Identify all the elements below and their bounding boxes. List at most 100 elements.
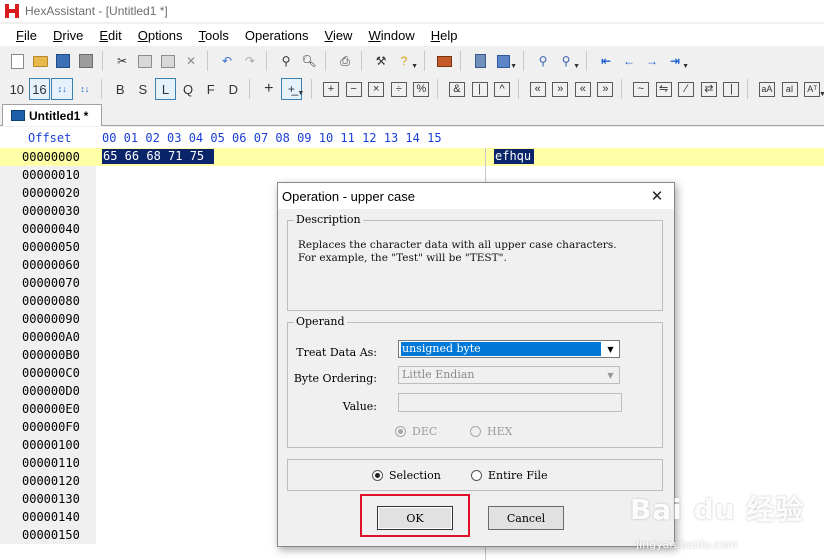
bookmark-button[interactable]: ▼ [492, 50, 517, 72]
mode-d-button[interactable]: D [222, 78, 244, 100]
menu-options[interactable]: Options [130, 28, 191, 43]
op-reverse-button[interactable]: ⇄ [698, 78, 720, 100]
goto-search-icon: ⚲ [538, 54, 548, 68]
tab-untitled1[interactable]: Untitled1 * [2, 104, 102, 126]
offset-cell: 00000020 [22, 186, 80, 200]
radio-selection[interactable]: Selection [372, 469, 441, 482]
xor-icon: ^ [494, 81, 511, 97]
paste-button[interactable] [157, 50, 179, 72]
op-divide-button[interactable]: ÷ [388, 78, 410, 100]
op-modulo-button[interactable]: % [411, 78, 433, 100]
save-button[interactable] [52, 50, 74, 72]
offset-cell: 00000040 [22, 222, 80, 236]
radio-entire-file[interactable]: Entire File [471, 469, 548, 482]
radio-dec[interactable]: DEC [395, 425, 437, 438]
op-and-button[interactable]: & [446, 78, 468, 100]
shift-right-icon: » [552, 81, 569, 97]
selected-hex-bytes[interactable]: 65 66 68 71 75 [102, 149, 214, 164]
menu-tools[interactable]: Tools [191, 28, 237, 43]
help-button[interactable]: ? ▼ [393, 50, 418, 72]
mode-f-button[interactable]: F [200, 78, 222, 100]
op-mirror-button[interactable]: | [721, 78, 743, 100]
print-button[interactable]: ⎙ [334, 50, 356, 72]
value-input[interactable] [398, 393, 622, 412]
app-logo-icon [5, 4, 19, 18]
op-negate-button[interactable]: ∕ [675, 78, 697, 100]
op-subtract-button[interactable]: − [343, 78, 365, 100]
help-bulb-icon: ? [400, 54, 408, 68]
radio-hex[interactable]: HEX [470, 425, 512, 438]
redo-button[interactable]: ↷ [239, 50, 261, 72]
ordering-button[interactable]: ↕↓ [51, 78, 73, 100]
menu-help[interactable]: Help [423, 28, 466, 43]
menu-window[interactable]: Window [360, 28, 422, 43]
cut-button[interactable]: ✂ [111, 50, 133, 72]
mode-b-button[interactable]: B [109, 78, 131, 100]
undo-button[interactable]: ↶ [216, 50, 238, 72]
menu-edit[interactable]: Edit [91, 28, 129, 43]
menu-drive[interactable]: Drive [45, 28, 91, 43]
or-icon: | [471, 81, 488, 97]
tools-icon: ⚒ [375, 54, 387, 68]
op-shift-right-button[interactable]: » [549, 78, 571, 100]
menu-view[interactable]: View [317, 28, 361, 43]
op-multiply-button[interactable]: × [365, 78, 387, 100]
go-last-button[interactable]: ⇥ ▼ [664, 50, 689, 72]
op-swap-button[interactable]: ⇋ [653, 78, 675, 100]
find-button[interactable]: ⚲ [275, 50, 297, 72]
cancel-button[interactable]: Cancel [488, 506, 564, 530]
op-rotate-right-button[interactable]: » [595, 78, 617, 100]
toolbox-button[interactable] [433, 50, 455, 72]
offset-cell: 000000D0 [22, 384, 80, 398]
go-first-button[interactable]: ⇤ [595, 50, 617, 72]
save-all-button[interactable] [75, 50, 97, 72]
negate-icon: ∕ [678, 81, 695, 97]
plus-button[interactable]: + [258, 78, 280, 100]
find-next-button[interactable]: 🔍︎ [298, 50, 320, 72]
op-upper-case-button[interactable]: aA [756, 78, 778, 100]
selected-ascii-text[interactable]: efhqu [494, 149, 534, 164]
goto-block-button[interactable]: ⚲ ▼ [555, 50, 580, 72]
op-lower-case-button[interactable]: aI [779, 78, 801, 100]
op-add-button[interactable]: + [320, 78, 342, 100]
case-toggle-icon: Aᵀ [804, 81, 821, 97]
base-16-button[interactable]: 16 [28, 78, 51, 100]
plus-minus-button[interactable]: +̲ ▼ [280, 78, 304, 100]
toolbar-separator [460, 51, 466, 71]
goto-block-icon: ⚲ [561, 54, 571, 68]
menu-file[interactable]: File [8, 28, 45, 43]
delete-button[interactable]: ✕ [180, 50, 202, 72]
copy-button[interactable] [134, 50, 156, 72]
open-folder-icon [32, 55, 48, 67]
divide-icon: ÷ [390, 81, 407, 97]
op-invert-button[interactable]: ~ [630, 78, 652, 100]
mode-q-button[interactable]: Q [177, 78, 199, 100]
goto-offset-button[interactable]: ⚲ [532, 50, 554, 72]
base-10-button[interactable]: 10 [6, 78, 28, 100]
toolbar-separator [523, 51, 529, 71]
new-file-button[interactable] [6, 50, 28, 72]
offset-cell: 000000A0 [22, 330, 80, 344]
dialog-close-button[interactable]: ✕ [646, 185, 668, 207]
mode-s-button[interactable]: S [132, 78, 154, 100]
tools-button[interactable]: ⚒ [370, 50, 392, 72]
toolbar-separator [311, 79, 317, 99]
go-back-button[interactable]: ← [618, 50, 640, 72]
op-xor-button[interactable]: ^ [491, 78, 513, 100]
op-or-button[interactable]: | [469, 78, 491, 100]
op-shift-left-button[interactable]: « [527, 78, 549, 100]
column-headers: 00 01 02 03 04 05 06 07 08 09 10 11 12 1… [102, 131, 442, 145]
dropdown-arrow-icon: ▼ [607, 344, 614, 354]
op-rotate-left-button[interactable]: « [572, 78, 594, 100]
go-forward-button[interactable]: → [641, 50, 663, 72]
treat-data-select[interactable]: unsigned byte ▼ [398, 340, 620, 358]
open-file-button[interactable] [29, 50, 51, 72]
menu-operations[interactable]: Operations [237, 28, 317, 43]
calculator-button[interactable] [469, 50, 491, 72]
search-icon: 🔍︎ [301, 54, 317, 68]
dropdown-arrow-icon: ▼ [819, 91, 824, 98]
byte-ordering-select[interactable]: Little Endian ▼ [398, 366, 620, 384]
ordering-alt-button[interactable]: ↕↓ [74, 78, 96, 100]
op-case-toggle-button[interactable]: Aᵀ ▼ [801, 78, 824, 100]
mode-l-button[interactable]: L [154, 78, 177, 100]
